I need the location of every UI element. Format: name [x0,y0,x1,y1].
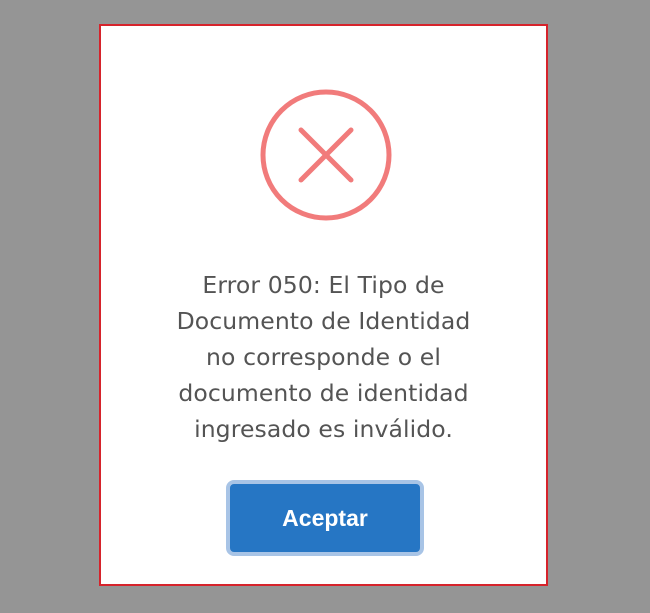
error-message-line: ingresado es inválido. [194,415,453,443]
error-dialog: Error 050: El Tipo de Documento de Ident… [99,24,548,586]
error-message-line: Error 050: El Tipo de [202,271,445,299]
error-message-line: documento de identidad [178,379,469,407]
error-message: Error 050: El Tipo de Documento de Ident… [101,267,546,447]
modal-overlay: Error 050: El Tipo de Documento de Ident… [0,0,650,613]
error-message-line: no corresponde o el [206,343,441,371]
error-circle-x-icon [260,89,392,221]
error-message-line: Documento de Identidad [176,307,471,335]
accept-button[interactable]: Aceptar [226,480,424,556]
